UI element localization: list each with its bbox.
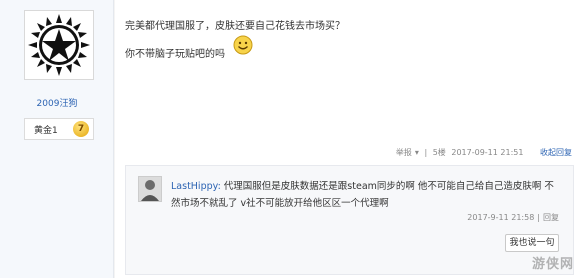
user-level: 黄金1 7	[24, 118, 94, 140]
level-badge-icon: 7	[73, 121, 89, 137]
reply-date: 2017-9-11 21:58	[467, 213, 535, 222]
collapse-replies-link[interactable]: 收起回复	[540, 148, 572, 157]
watermark: 游侠网	[531, 257, 574, 272]
reply-text: LastHippy: 代理国服但是皮肤数据还是跟steam同步的啊 他不可能自己…	[171, 178, 561, 212]
add-reply-button[interactable]: 我也说一句	[505, 234, 559, 252]
reply-username[interactable]: LastHippy:	[171, 181, 221, 192]
reply-content: 代理国服但是皮肤数据还是跟steam同步的啊 他不可能自己给自己造皮肤啊 不然市…	[171, 181, 554, 209]
pentagram-avatar-icon	[27, 13, 91, 77]
reply-box: LastHippy: 代理国服但是皮肤数据还是跟steam同步的啊 他不可能自己…	[125, 165, 574, 275]
reply-avatar-icon	[139, 177, 161, 201]
username[interactable]: 2009汪狗	[0, 96, 114, 109]
report-link[interactable]: 举报	[396, 148, 412, 157]
report-dropdown-icon[interactable]: ▾	[415, 148, 419, 157]
post-text-line-2: 你不带脑子玩贴吧的吗	[125, 49, 225, 60]
separator: |	[537, 213, 540, 222]
reply-link[interactable]: 回复	[543, 213, 559, 222]
separator: |	[424, 148, 428, 157]
post-text-line-1: 完美都代理国服了，皮肤还要自己花钱去市场买？	[125, 21, 345, 32]
smiley-emoji-icon	[233, 35, 253, 55]
user-panel: 2009汪狗 黄金1 7	[0, 0, 114, 278]
floor-number: 5楼	[432, 148, 446, 157]
post-meta: 举报 ▾ | 5楼 2017-09-11 21:51 收起回复	[393, 147, 572, 158]
reply-meta: 2017-9-11 21:58 | 回复	[467, 212, 559, 223]
reply-user-avatar[interactable]	[138, 176, 162, 202]
page: 2009汪狗 黄金1 7 完美都代理国服了，皮肤还要自己花钱去市场买？ 你不带脑…	[0, 0, 584, 278]
post-content: 完美都代理国服了，皮肤还要自己花钱去市场买？ 你不带脑子玩贴吧的吗 举报 ▾ | …	[115, 0, 584, 278]
user-avatar[interactable]	[24, 10, 94, 80]
post-date: 2017-09-11 21:51	[451, 148, 524, 157]
level-label: 黄金1	[34, 126, 58, 136]
